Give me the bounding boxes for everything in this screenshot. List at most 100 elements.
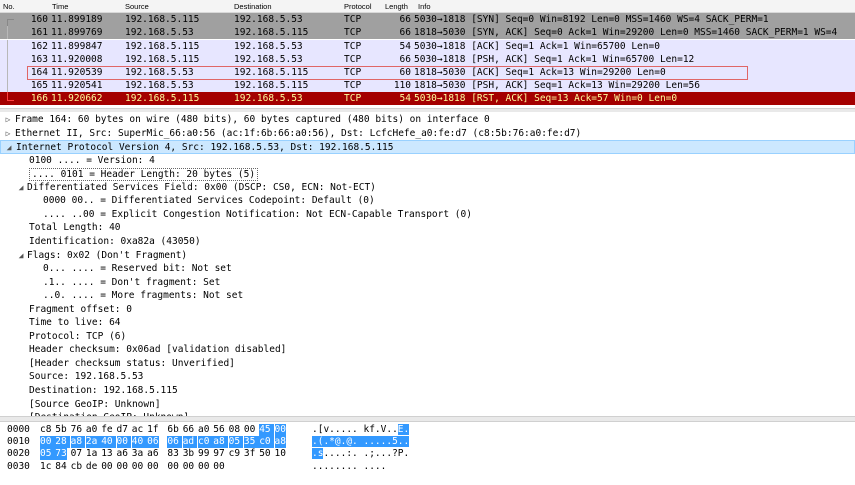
hex-byte[interactable]: 00 (213, 461, 224, 473)
hex-byte[interactable]: 56 (213, 424, 224, 436)
detail-row[interactable]: [Source GeoIP: Unknown] (0, 398, 855, 412)
column-header-time[interactable]: Time (52, 2, 68, 11)
column-header-length[interactable]: Length (385, 2, 408, 11)
hex-byte[interactable]: 1c (40, 461, 51, 473)
hex-byte[interactable]: de (86, 461, 97, 473)
hex-byte[interactable]: 06 (167, 436, 183, 449)
hex-byte[interactable]: 08 (229, 424, 240, 436)
hex-byte[interactable]: cb (71, 461, 82, 473)
detail-row[interactable]: Header checksum: 0x06ad [validation disa… (0, 343, 855, 357)
column-header-destination[interactable]: Destination (234, 2, 272, 11)
column-header-no[interactable]: No. (3, 2, 15, 11)
hex-byte[interactable]: 1a (86, 448, 97, 460)
detail-row[interactable]: Protocol: TCP (6) (0, 330, 855, 344)
hex-byte[interactable]: c0 (259, 436, 274, 449)
hex-byte[interactable]: 00 (274, 424, 286, 436)
detail-row[interactable]: Destination: 192.168.5.115 (0, 384, 855, 398)
collapse-arrow-icon[interactable]: ◢ (17, 181, 25, 195)
hex-byte[interactable]: 07 (71, 448, 82, 460)
packet-row[interactable]: 166 11.920662 192.168.5.115 192.168.5.53 TCP… (0, 92, 855, 105)
hex-byte[interactable]: 84 (55, 461, 66, 473)
hex-byte[interactable]: a6 (147, 448, 158, 460)
hex-byte[interactable]: 35 (243, 436, 259, 449)
hex-byte[interactable]: 00 (167, 461, 178, 473)
hex-ascii[interactable]: .(.*@.@. .....5.. (312, 436, 410, 448)
hex-byte[interactable]: c0 (198, 436, 213, 449)
hex-byte[interactable]: a0 (198, 424, 209, 436)
hex-byte[interactable]: 45 (259, 424, 274, 436)
hex-byte[interactable]: ad (182, 436, 198, 449)
packet-list-pane[interactable]: No. Time Source Destination Protocol Length In… (0, 0, 855, 108)
detail-row[interactable]: Total Length: 40 (0, 221, 855, 235)
detail-row[interactable]: ▷ Ethernet II, Src: SuperMic_66:a0:56 (ac… (0, 127, 855, 141)
detail-row[interactable]: [Header checksum status: Unverified] (0, 357, 855, 371)
hex-byte[interactable]: ac (132, 424, 143, 436)
hex-byte[interactable]: 00 (40, 436, 55, 449)
detail-row[interactable]: Source: 192.168.5.53 (0, 370, 855, 384)
detail-row[interactable]: 0... .... = Reserved bit: Not set (0, 262, 855, 276)
hex-byte[interactable]: a8 (213, 436, 229, 449)
hex-byte[interactable]: 66 (183, 424, 194, 436)
hex-byte[interactable]: 1f (147, 424, 158, 436)
hex-byte[interactable]: 06 (147, 436, 159, 449)
hex-byte[interactable]: 00 (244, 424, 255, 436)
hex-byte[interactable]: 2a (85, 436, 101, 449)
detail-row[interactable]: Time to live: 64 (0, 316, 855, 330)
hex-byte[interactable]: a8 (70, 436, 86, 449)
hex-byte[interactable]: 05 (228, 436, 244, 449)
collapse-arrow-icon[interactable]: ◢ (17, 249, 25, 263)
hex-byte[interactable]: 3f (244, 448, 255, 460)
detail-row[interactable]: .1.. .... = Don't fragment: Set (0, 276, 855, 290)
hex-byte[interactable]: a6 (117, 448, 128, 460)
column-header-source[interactable]: Source (125, 2, 149, 11)
detail-row[interactable]: ..0. .... = More fragments: Not set (0, 289, 855, 303)
hex-byte[interactable]: 00 (101, 461, 112, 473)
packet-bytes-pane[interactable]: 0000 c8 5b 76 a0 fe d7 ac 1f 6b 66 a0 56 08 00 45 00 .[v.… (0, 422, 855, 485)
packet-row[interactable]: 163 11.920008 192.168.5.115 192.168.5.53 TCP… (0, 53, 855, 66)
detail-row[interactable]: 0000 00.. = Differentiated Services Code… (0, 194, 855, 208)
detail-row[interactable]: ◢ Flags: 0x02 (Don't Fragment) (0, 249, 855, 263)
hex-byte[interactable]: c9 (229, 448, 240, 460)
hex-ascii[interactable]: .[v..... kf.V..E. (312, 424, 410, 436)
hex-byte[interactable]: 73 (55, 448, 67, 461)
hex-byte[interactable]: 28 (55, 436, 71, 449)
hex-byte[interactable]: d7 (117, 424, 128, 436)
hex-byte[interactable]: 10 (275, 448, 286, 460)
hex-byte[interactable]: 13 (101, 448, 112, 460)
detail-row[interactable]: .... 0101 = Header Length: 20 bytes (5) (0, 167, 855, 182)
packet-row[interactable]: 162 11.899847 192.168.5.115 192.168.5.53 TCP… (0, 40, 855, 53)
hex-ascii[interactable]: .s....:. .;...?P. (312, 448, 409, 460)
hex-byte[interactable]: 40 (101, 436, 116, 449)
detail-row[interactable]: ◢ Differentiated Services Field: 0x00 (DS… (0, 181, 855, 195)
hex-byte[interactable]: 00 (116, 436, 132, 449)
hex-byte[interactable]: 05 (40, 448, 55, 461)
hex-byte[interactable]: 76 (71, 424, 82, 436)
hex-byte[interactable]: 97 (213, 448, 224, 460)
hex-byte[interactable]: 00 (132, 461, 143, 473)
detail-row[interactable]: 0100 .... = Version: 4 (0, 154, 855, 168)
hex-byte[interactable]: 6b (167, 424, 178, 436)
hex-byte[interactable]: a0 (86, 424, 97, 436)
collapse-arrow-icon[interactable]: ◢ (5, 141, 13, 155)
hex-byte[interactable]: 00 (198, 461, 209, 473)
hex-byte[interactable]: fe (101, 424, 112, 436)
detail-row[interactable]: .... ..00 = Explicit Congestion Notifica… (0, 208, 855, 222)
column-header-protocol[interactable]: Protocol (344, 2, 372, 11)
expand-arrow-icon[interactable]: ▷ (4, 113, 12, 127)
hex-byte[interactable]: 3b (183, 448, 194, 460)
hex-byte[interactable]: 40 (131, 436, 147, 449)
detail-row[interactable]: ◢ Internet Protocol Version 4, Src: 192.1… (0, 140, 855, 154)
packet-details-pane[interactable]: ▷ Frame 164: 60 bytes on wire (480 bits),… (0, 112, 855, 416)
hex-byte[interactable]: c8 (40, 424, 51, 436)
hex-byte[interactable]: 99 (198, 448, 209, 460)
hex-ascii[interactable]: ........ .... (312, 461, 386, 473)
hex-byte[interactable]: 00 (147, 461, 158, 473)
hex-byte[interactable]: 00 (183, 461, 194, 473)
hex-byte[interactable]: 50 (259, 448, 270, 460)
hex-byte[interactable]: 00 (117, 461, 128, 473)
hex-byte[interactable]: 83 (167, 448, 178, 460)
packet-row[interactable]: 161 11.899769 192.168.5.53 192.168.5.115 TCP… (0, 26, 855, 39)
hex-byte[interactable]: 5b (55, 424, 66, 436)
hex-byte[interactable]: 3a (132, 448, 143, 460)
detail-row[interactable]: Fragment offset: 0 (0, 303, 855, 317)
